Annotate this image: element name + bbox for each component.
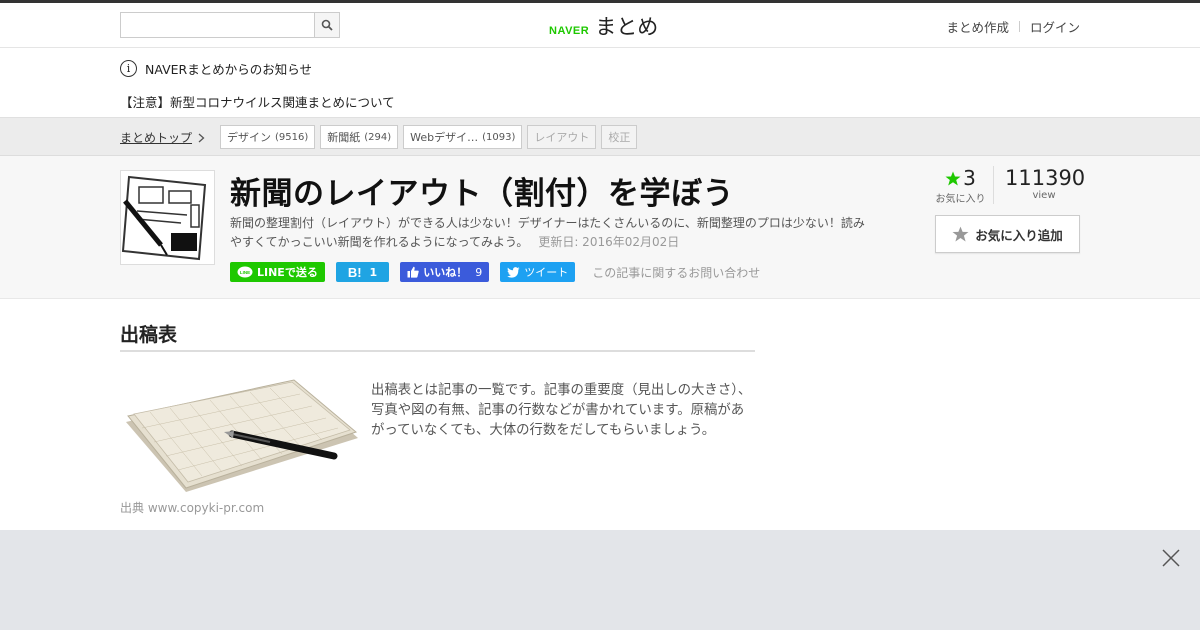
close-icon [1162,549,1180,567]
hatena-icon: B! [347,264,362,280]
article-title: 新聞のレイアウト（割付）を学ぼう [230,176,734,212]
article-header: 新聞のレイアウト（割付）を学ぼう 新聞の整理割付（レイアウト）ができる人は少ない… [0,156,1200,299]
notice-title-text: NAVERまとめからのお知らせ [145,62,312,77]
tag-count: (294) [364,131,392,143]
tag-count: (9516) [275,131,309,143]
tag-label: レイアウト [534,131,590,144]
breadcrumb-top-label: まとめトップ [120,131,193,145]
logo-name: まとめ [595,15,659,39]
site-header: NAVER まとめ まとめ作成 ログイン [0,3,1200,48]
tag-list: デザイン (9516) 新聞紙 (294) Webデザイ… (1093) レイアウト … [220,125,638,149]
tag-design[interactable]: デザイン (9516) [220,125,316,149]
create-matome-link[interactable]: まとめ作成 [946,17,1009,36]
thumbs-up-icon [407,266,419,278]
facebook-like-count: 9 [475,265,483,279]
view-stats: 111390 view [1005,166,1086,201]
notice-title: i NAVERまとめからのお知らせ [120,59,312,78]
add-favorite-label: お気に入り追加 [975,227,1063,243]
tag-layout[interactable]: レイアウト [527,125,597,149]
hatena-count: 1 [369,265,378,279]
view-count: 111390 [1005,166,1086,190]
tag-label: Webデザイ… [410,131,479,144]
chevron-right-icon [198,133,205,142]
notice-area: i NAVERまとめからのお知らせ 【注意】新型コロナウイルス関連まとめについて [0,48,1200,118]
line-share-button[interactable]: LINE LINEで送る [230,262,325,282]
divider [1018,21,1020,32]
contact-link[interactable]: この記事に関するお問い合わせ [592,264,760,281]
article-thumbnail [120,170,215,265]
facebook-like-button[interactable]: いいね！ 9 [400,262,490,282]
hatena-bookmark-button[interactable]: B! 1 [335,262,390,282]
notice-item-link[interactable]: 【注意】新型コロナウイルス関連まとめについて [120,92,395,111]
tweet-label: ツイート [524,266,569,279]
star-icon [952,226,969,242]
tag-label: 新聞紙 [327,131,361,144]
star-icon [945,171,961,185]
tag-newspaper[interactable]: 新聞紙 (294) [320,125,399,149]
updated-date: 更新日: 2016年02月02日 [538,235,680,249]
image-source[interactable]: 出典 www.copyki-pr.com [120,499,264,516]
tag-count: (1093) [482,131,516,143]
ad-banner [0,530,1200,630]
share-bar: LINE LINEで送る B! 1 いいね！ 9 ツイート この記事に関するお問… [230,262,760,282]
section-divider [120,350,755,352]
line-share-label: LINEで送る [257,266,318,279]
breadcrumb: まとめトップ デザイン (9516) 新聞紙 (294) Webデザイ… (1093)… [0,118,1200,156]
view-label: view [1032,190,1056,201]
tag-web-design[interactable]: Webデザイ… (1093) [403,125,523,149]
favorite-count: 3 [963,166,976,190]
close-ad-button[interactable] [1161,548,1181,568]
tag-proofreading[interactable]: 校正 [601,125,638,149]
breadcrumb-top-link[interactable]: まとめトップ [120,129,205,146]
search-icon [321,19,333,31]
svg-text:LINE: LINE [240,270,250,275]
section-heading: 出稿表 [120,324,178,346]
info-icon: i [120,60,137,77]
twitter-bird-icon [507,266,520,278]
line-icon: LINE [237,266,253,277]
facebook-like-label: いいね！ [423,266,468,279]
add-favorite-button[interactable]: お気に入り追加 [935,215,1080,253]
search-input[interactable] [121,13,314,37]
login-link[interactable]: ログイン [1030,17,1080,36]
favorite-label: お気に入り [935,194,986,205]
tag-label: デザイン [227,131,271,144]
site-logo[interactable]: NAVER まとめ [549,11,658,41]
article-description: 新聞の整理割付（レイアウト）ができる人は少ない！デザイナーはたくさんいるのに、新… [230,214,870,252]
favorite-count-row: 3 [928,166,993,190]
tag-label: 校正 [608,131,631,144]
logo-brand: NAVER [549,25,590,37]
search-button[interactable] [314,13,339,37]
search-box [120,12,340,38]
header-links: まとめ作成 ログイン [946,17,1080,36]
favorite-stats: 3 お気に入り [928,166,994,205]
content-paragraph: 出稿表とは記事の一覧です。記事の重要度（見出しの大きさ）、写真や図の有無、記事の… [371,383,752,438]
manuscript-paper-image [120,376,360,496]
tweet-button[interactable]: ツイート [500,262,576,282]
